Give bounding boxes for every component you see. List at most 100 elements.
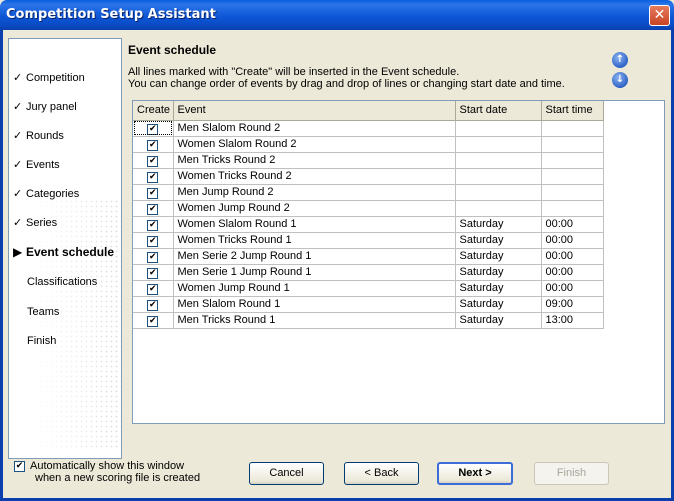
table-row[interactable]: ✔ Women Tricks Round 1 Saturday 00:00 xyxy=(133,232,604,249)
sidebar-item-teams[interactable]: Teams xyxy=(27,306,59,318)
checkmark-icon: ✔ xyxy=(148,235,157,246)
sidebar-item-classifications[interactable]: Classifications xyxy=(27,276,97,288)
table-row[interactable]: ✔ Women Slalom Round 1 Saturday 00:00 xyxy=(133,216,604,233)
start-date-cell[interactable]: Saturday xyxy=(455,264,542,281)
current-step-arrow-icon: ▶ xyxy=(13,245,23,259)
cancel-button[interactable]: Cancel xyxy=(249,462,324,485)
create-checkbox[interactable]: ✔ xyxy=(147,283,159,295)
event-cell[interactable]: Women Slalom Round 1 xyxy=(173,216,456,233)
create-checkbox[interactable]: ✔ xyxy=(147,187,159,199)
move-up-button[interactable]: ↑ xyxy=(612,52,628,68)
sidebar-item-competition[interactable]: ✓ Competition xyxy=(13,71,85,84)
table-row[interactable]: ✔ Men Serie 1 Jump Round 1 Saturday 00:00 xyxy=(133,264,604,281)
create-checkbox[interactable]: ✔ xyxy=(147,235,159,247)
event-schedule-grid[interactable]: Create Event Start date Start time ✔ Men … xyxy=(132,100,665,424)
event-table: Create Event Start date Start time ✔ Men … xyxy=(133,101,604,329)
start-date-cell[interactable] xyxy=(455,184,542,201)
sidebar-item-jury-panel[interactable]: ✓ Jury panel xyxy=(13,100,77,113)
create-checkbox[interactable]: ✔ xyxy=(147,171,159,183)
close-icon: ✕ xyxy=(653,7,666,23)
event-cell[interactable]: Women Jump Round 1 xyxy=(173,280,456,297)
table-row[interactable]: ✔ Men Slalom Round 1 Saturday 09:00 xyxy=(133,296,604,313)
event-cell[interactable]: Women Tricks Round 1 xyxy=(173,232,456,249)
start-time-cell[interactable] xyxy=(541,120,604,137)
event-cell[interactable]: Women Tricks Round 2 xyxy=(173,168,456,185)
start-time-cell[interactable] xyxy=(541,136,604,153)
column-header-create[interactable]: Create xyxy=(133,101,174,121)
create-cell: ✔ xyxy=(133,312,174,329)
start-date-cell[interactable]: Saturday xyxy=(455,232,542,249)
create-checkbox[interactable]: ✔ xyxy=(147,315,159,327)
table-row[interactable]: ✔ Women Tricks Round 2 xyxy=(133,168,604,185)
start-time-cell[interactable]: 00:00 xyxy=(541,264,604,281)
event-cell[interactable]: Men Tricks Round 2 xyxy=(173,152,456,169)
close-button[interactable]: ✕ xyxy=(649,5,670,26)
back-button[interactable]: < Back xyxy=(344,462,419,485)
event-cell[interactable]: Men Serie 2 Jump Round 1 xyxy=(173,248,456,265)
checkmark-icon: ✔ xyxy=(148,315,157,326)
create-cell: ✔ xyxy=(133,232,174,249)
table-row[interactable]: ✔ Women Jump Round 1 Saturday 00:00 xyxy=(133,280,604,297)
start-time-cell[interactable]: 00:00 xyxy=(541,232,604,249)
start-time-cell[interactable] xyxy=(541,200,604,217)
table-row[interactable]: ✔ Women Jump Round 2 xyxy=(133,200,604,217)
create-checkbox[interactable]: ✔ xyxy=(147,267,159,279)
table-row[interactable]: ✔ Men Serie 2 Jump Round 1 Saturday 00:00 xyxy=(133,248,604,265)
event-cell[interactable]: Men Slalom Round 2 xyxy=(173,120,456,137)
table-row[interactable]: ✔ Men Jump Round 2 xyxy=(133,184,604,201)
arrow-down-icon: ↓ xyxy=(615,74,625,85)
start-date-cell[interactable]: Saturday xyxy=(455,216,542,233)
start-date-cell[interactable] xyxy=(455,136,542,153)
start-time-cell[interactable]: 00:00 xyxy=(541,216,604,233)
auto-show-line-1: Automatically show this window xyxy=(30,460,185,472)
start-date-cell[interactable] xyxy=(455,200,542,217)
start-time-cell[interactable] xyxy=(541,152,604,169)
create-checkbox[interactable]: ✔ xyxy=(147,219,159,231)
column-header-start-date[interactable]: Start date xyxy=(455,101,542,121)
sidebar-item-categories[interactable]: ✓ Categories xyxy=(13,187,79,200)
next-button[interactable]: Next > xyxy=(437,462,513,485)
move-down-button[interactable]: ↓ xyxy=(612,72,628,88)
create-checkbox[interactable]: ✔ xyxy=(147,299,159,311)
sidebar-item-events[interactable]: ✓ Events xyxy=(13,158,60,171)
start-time-cell[interactable] xyxy=(541,184,604,201)
event-cell[interactable]: Women Slalom Round 2 xyxy=(173,136,456,153)
event-cell[interactable]: Men Tricks Round 1 xyxy=(173,312,456,329)
table-row[interactable]: ✔ Men Tricks Round 2 xyxy=(133,152,604,169)
start-time-cell[interactable] xyxy=(541,168,604,185)
create-checkbox[interactable]: ✔ xyxy=(147,203,159,215)
start-date-cell[interactable] xyxy=(455,152,542,169)
sidebar-item-series[interactable]: ✓ Series xyxy=(13,216,57,229)
finish-button[interactable]: Finish xyxy=(534,462,609,485)
start-date-cell[interactable] xyxy=(455,168,542,185)
start-time-cell[interactable]: 09:00 xyxy=(541,296,604,313)
sidebar-item-event-schedule[interactable]: ▶ Event schedule xyxy=(13,245,114,259)
column-header-event[interactable]: Event xyxy=(173,101,456,121)
start-time-cell[interactable]: 00:00 xyxy=(541,248,604,265)
window-title: Competition Setup Assistant xyxy=(6,7,216,22)
sidebar-item-rounds[interactable]: ✓ Rounds xyxy=(13,129,64,142)
create-checkbox[interactable]: ✔ xyxy=(147,155,159,167)
auto-show-checkbox[interactable]: ✔ xyxy=(14,461,25,472)
event-cell[interactable]: Men Jump Round 2 xyxy=(173,184,456,201)
create-checkbox[interactable]: ✔ xyxy=(147,123,159,135)
start-time-cell[interactable]: 13:00 xyxy=(541,312,604,329)
auto-show-line-2: when a new scoring file is created xyxy=(35,472,201,484)
create-checkbox[interactable]: ✔ xyxy=(147,251,159,263)
sidebar-item-finish[interactable]: Finish xyxy=(27,335,56,347)
column-header-start-time[interactable]: Start time xyxy=(541,101,604,121)
start-time-cell[interactable]: 00:00 xyxy=(541,280,604,297)
create-checkbox[interactable]: ✔ xyxy=(147,139,159,151)
checkmark-icon: ✓ xyxy=(13,187,23,200)
start-date-cell[interactable] xyxy=(455,120,542,137)
table-row[interactable]: ✔ Women Slalom Round 2 xyxy=(133,136,604,153)
event-cell[interactable]: Women Jump Round 2 xyxy=(173,200,456,217)
start-date-cell[interactable]: Saturday xyxy=(455,312,542,329)
start-date-cell[interactable]: Saturday xyxy=(455,280,542,297)
table-row[interactable]: ✔ Men Tricks Round 1 Saturday 13:00 xyxy=(133,312,604,329)
event-cell[interactable]: Men Serie 1 Jump Round 1 xyxy=(173,264,456,281)
start-date-cell[interactable]: Saturday xyxy=(455,248,542,265)
start-date-cell[interactable]: Saturday xyxy=(455,296,542,313)
table-row[interactable]: ✔ Men Slalom Round 2 xyxy=(133,120,604,137)
event-cell[interactable]: Men Slalom Round 1 xyxy=(173,296,456,313)
